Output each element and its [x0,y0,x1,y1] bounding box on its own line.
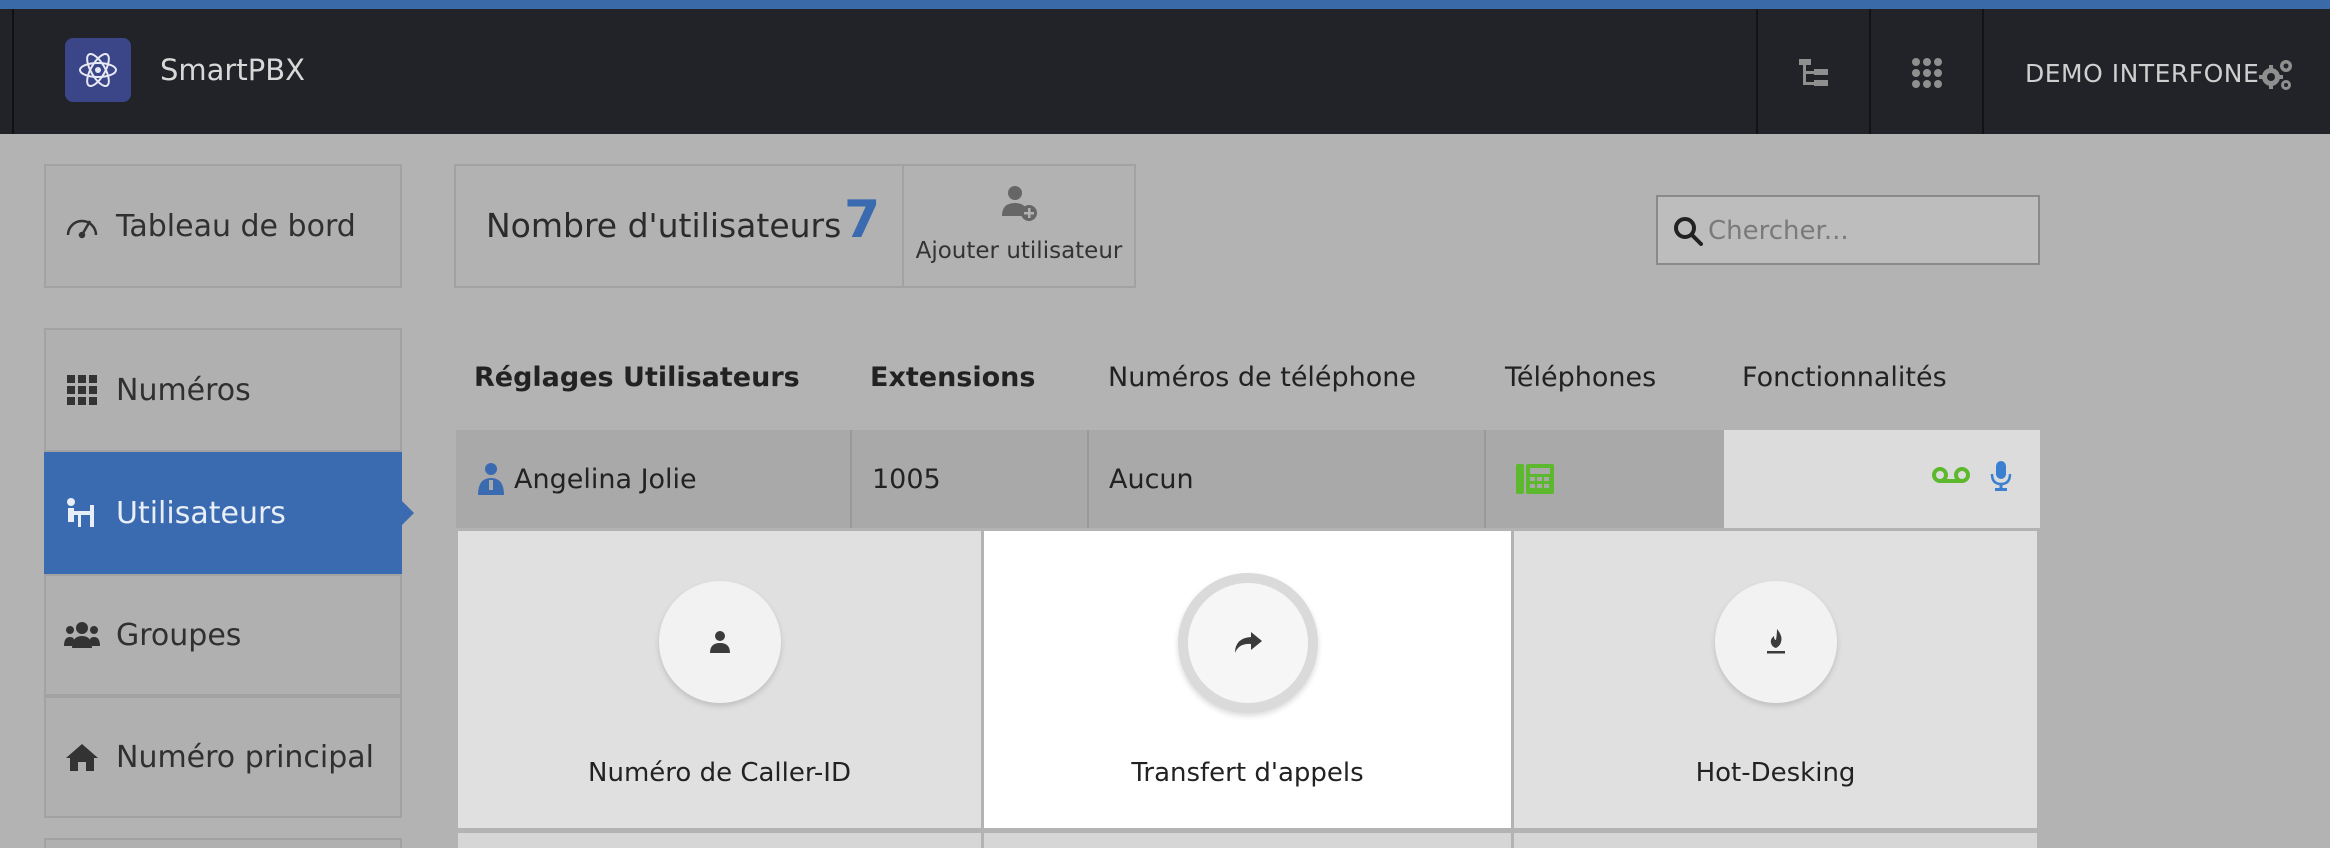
search-box[interactable] [1656,195,2040,265]
navbar-edge [12,9,14,134]
features-cell [1724,430,2040,528]
extension-cell[interactable]: 1005 [852,430,1089,528]
microphone-icon[interactable] [1990,460,2012,492]
sidebar-item-partial[interactable] [44,838,402,848]
navbar-separator [1982,9,1984,134]
org-tree-icon[interactable] [1794,53,1834,93]
user-count-label: Nombre d'utilisateurs [486,206,842,245]
sidebar-item-label: Groupes [116,617,242,653]
feature-caller-id[interactable]: Numéro de Caller-ID [458,531,981,828]
group-icon [64,617,100,653]
app-logo-icon[interactable] [65,38,131,102]
share-arrow-icon [1233,631,1263,655]
user-name: Angelina Jolie [514,463,697,495]
sidebar-item-label: Numéros [116,372,251,408]
gears-icon[interactable] [2258,59,2294,95]
phones-cell[interactable] [1486,430,1724,528]
feature-label: Numéro de Caller-ID [588,758,851,788]
feature-tile-partial[interactable] [1514,833,2037,848]
column-header-features[interactable]: Fonctionnalités [1742,362,1947,393]
sidebar-item-dashboard[interactable]: Tableau de bord [44,164,402,288]
feature-label: Hot-Desking [1695,758,1856,788]
dashboard-icon [64,208,100,244]
navbar-separator [1756,9,1758,134]
home-icon [64,739,100,775]
add-user-icon [1000,184,1038,226]
feature-call-forwarding[interactable]: Transfert d'appels [984,531,1511,828]
extension-value: 1005 [872,463,941,495]
sidebar-item-numbers[interactable]: Numéros [44,328,402,452]
user-count-value: 7 [844,190,881,250]
feature-tile-partial[interactable] [458,833,981,848]
sidebar-item-users[interactable]: Utilisateurs [44,452,414,574]
desk-phone-icon[interactable] [1516,462,1556,496]
sidebar-item-label: Numéro principal [116,739,375,775]
sidebar-item-main-number[interactable]: Numéro principal [44,696,402,818]
voicemail-icon[interactable] [1932,466,1970,486]
feature-circle [1714,581,1837,703]
column-header-phones[interactable]: Téléphones [1505,362,1656,393]
add-user-label: Ajouter utilisateur [915,238,1123,264]
search-input[interactable] [1708,211,2028,251]
account-name[interactable]: DEMO INTERFONE [2025,59,2259,88]
app-title[interactable]: SmartPBX [160,53,305,87]
user-icon [476,462,506,496]
fire-icon [1765,628,1787,656]
sidebar-item-label: Tableau de bord [116,208,356,244]
apps-grid-icon[interactable] [1907,53,1947,93]
user-icon [709,630,731,654]
user-count-panel: Nombre d'utilisateurs 7 [454,164,904,288]
column-header-user-settings[interactable]: Réglages Utilisateurs [474,362,800,393]
feature-tile-partial[interactable] [984,833,1511,848]
sidebar-item-groups[interactable]: Groupes [44,574,402,696]
top-navbar: SmartPBX DEMO INTERFONE [0,9,2330,134]
user-name-cell[interactable]: Angelina Jolie [456,430,852,528]
top-accent-stripe [0,0,2330,9]
navbar-separator [1869,9,1871,134]
feature-circle [1177,573,1318,713]
feature-hot-desking[interactable]: Hot-Desking [1514,531,2037,828]
users-desk-icon [64,495,100,531]
feature-circle [658,581,781,703]
phone-number-value: Aucun [1109,463,1194,495]
add-user-button[interactable]: Ajouter utilisateur [902,164,1136,288]
column-header-phone-numbers[interactable]: Numéros de téléphone [1108,362,1416,393]
column-header-extensions[interactable]: Extensions [870,362,1035,393]
phone-number-cell[interactable]: Aucun [1089,430,1486,528]
search-icon [1672,215,1704,251]
grid-icon [64,372,100,408]
sidebar-item-label: Utilisateurs [116,495,286,531]
feature-label: Transfert d'appels [1131,758,1364,788]
